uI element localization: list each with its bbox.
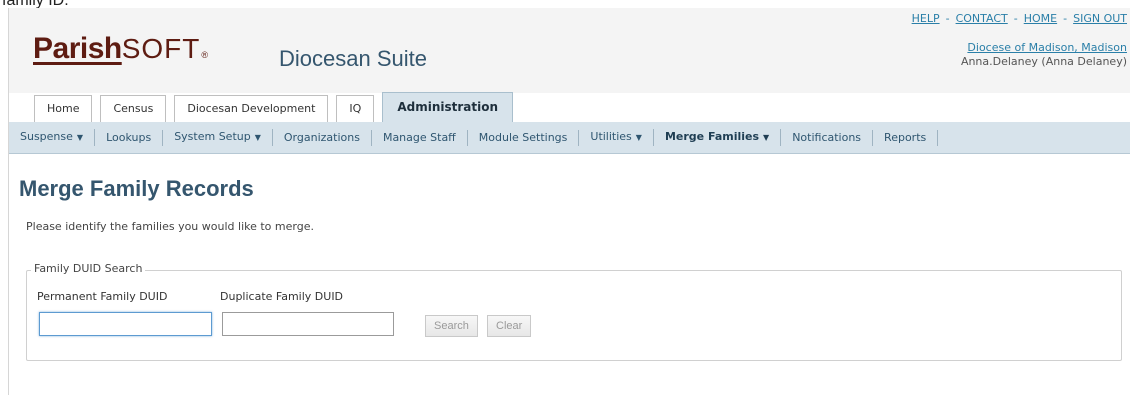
app-frame: Parish SOFT ® Diocesan Suite HELP - CONTAC… bbox=[8, 8, 1130, 395]
subnav-utilities[interactable]: Utilities ▼ bbox=[579, 129, 654, 146]
tab-diocesan-development[interactable]: Diocesan Development bbox=[174, 95, 329, 122]
diocese-link[interactable]: Diocese of Madison, Madison bbox=[967, 41, 1127, 54]
tab-administration[interactable]: Administration bbox=[382, 92, 514, 122]
home-link[interactable]: HOME bbox=[1024, 12, 1057, 25]
help-link[interactable]: HELP bbox=[912, 12, 940, 25]
chevron-down-icon: ▼ bbox=[635, 133, 642, 142]
subnav-label: Lookups bbox=[106, 130, 152, 144]
subnav-notifications[interactable]: Notifications bbox=[781, 129, 874, 146]
chevron-down-icon: ▼ bbox=[763, 133, 770, 142]
clear-button[interactable]: Clear bbox=[487, 315, 532, 337]
chevron-down-icon: ▼ bbox=[76, 133, 84, 142]
subnav-label: Manage Staff bbox=[382, 130, 456, 144]
subnav-suspense[interactable]: Suspense ▼ bbox=[9, 129, 96, 146]
tab-iq[interactable]: IQ bbox=[336, 95, 375, 122]
duplicate-duid-input[interactable] bbox=[222, 312, 394, 336]
logo-text-bold: Parish bbox=[33, 32, 122, 65]
admin-subnav: Suspense ▼ Lookups System Setup ▼ Organiza… bbox=[9, 122, 1130, 154]
subnav-organizations[interactable]: Organizations bbox=[273, 129, 372, 146]
subnav-label: Organizations bbox=[283, 130, 360, 144]
permanent-duid-input[interactable] bbox=[39, 312, 212, 336]
top-links: HELP - CONTACT - HOME - SIGN OUT bbox=[911, 12, 1127, 25]
subnav-system-setup[interactable]: System Setup ▼ bbox=[163, 129, 273, 146]
instructions-text: Please identify the families you would l… bbox=[26, 220, 314, 233]
app-header: Parish SOFT ® Diocesan Suite HELP - CONTAC… bbox=[9, 8, 1130, 93]
page-caption: family ID. bbox=[0, 0, 69, 8]
subnav-label: Suspense bbox=[20, 130, 73, 143]
permanent-duid-label: Permanent Family DUID bbox=[37, 290, 168, 303]
fieldset-legend: Family DUID Search bbox=[31, 262, 146, 275]
subnav-reports[interactable]: Reports bbox=[873, 129, 939, 146]
suite-title: Diocesan Suite bbox=[279, 46, 427, 71]
subnav-label: Merge Families bbox=[664, 130, 760, 143]
logo-text-light: SOFT bbox=[121, 33, 201, 64]
subnav-label: Module Settings bbox=[478, 130, 568, 144]
main-tabs: Home Census Diocesan Development IQ Admi… bbox=[34, 92, 514, 122]
subnav-module-settings[interactable]: Module Settings bbox=[468, 129, 580, 146]
subnav-label: Utilities bbox=[590, 130, 632, 143]
contact-link[interactable]: CONTACT bbox=[956, 12, 1008, 25]
subnav-manage-staff[interactable]: Manage Staff bbox=[372, 129, 468, 146]
search-button[interactable]: Search bbox=[425, 315, 478, 337]
subnav-label: Reports bbox=[884, 130, 927, 144]
tab-census[interactable]: Census bbox=[100, 95, 167, 122]
subnav-lookups[interactable]: Lookups bbox=[95, 129, 164, 146]
family-duid-search-group: Family DUID Search Permanent Family DUID… bbox=[26, 262, 1122, 361]
current-user: Anna.Delaney (Anna Delaney) bbox=[960, 55, 1127, 68]
subnav-label: Notifications bbox=[792, 130, 862, 144]
tab-home[interactable]: Home bbox=[34, 95, 93, 122]
chevron-down-icon: ▼ bbox=[254, 133, 261, 142]
subnav-merge-families[interactable]: Merge Families ▼ bbox=[654, 129, 782, 146]
duplicate-duid-label: Duplicate Family DUID bbox=[220, 290, 344, 303]
sign-out-link[interactable]: SIGN OUT bbox=[1073, 12, 1127, 25]
logo-registered-mark: ® bbox=[201, 50, 209, 60]
page-title: Merge Family Records bbox=[19, 176, 254, 201]
parishsoft-logo: Parish SOFT ® bbox=[33, 32, 208, 72]
subnav-label: System Setup bbox=[174, 130, 251, 143]
